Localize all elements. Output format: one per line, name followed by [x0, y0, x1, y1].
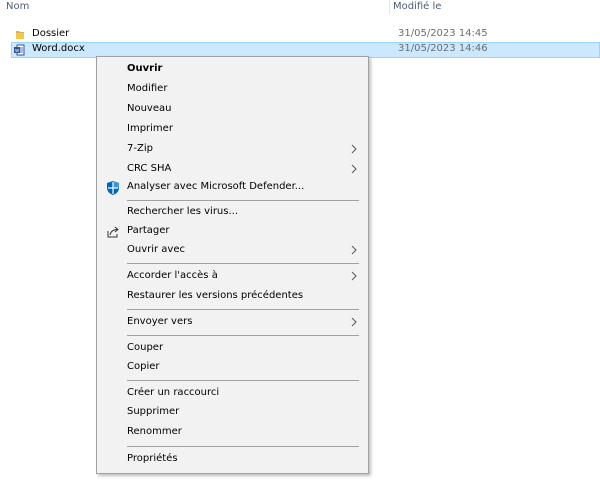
column-header: Nom Modifié le — [0, 0, 600, 17]
file-modified-date: 31/05/2023 14:46 — [398, 43, 488, 54]
menu-separator — [127, 446, 359, 447]
menu-item-label: Copier — [127, 361, 160, 372]
menu-item-creer-raccourci[interactable]: Créer un raccourci — [97, 384, 368, 404]
chevron-right-icon — [351, 271, 357, 281]
menu-item-label: Renommer — [127, 426, 182, 437]
chevron-right-icon — [351, 317, 357, 327]
menu-item-label: Envoyer vers — [127, 316, 193, 327]
svg-text:w: w — [15, 48, 19, 54]
menu-item-label: Analyser avec Microsoft Defender... — [127, 181, 305, 192]
menu-item-label: Propriétés — [127, 453, 178, 464]
defender-shield-icon — [107, 181, 119, 195]
menu-item-proprietes[interactable]: Propriétés — [97, 450, 368, 470]
menu-item-label: Couper — [127, 342, 164, 353]
menu-item-label: Modifier — [127, 83, 168, 94]
menu-item-ouvrir[interactable]: Ouvrir — [97, 60, 368, 80]
menu-item-nouveau[interactable]: Nouveau — [97, 100, 368, 120]
menu-item-copier[interactable]: Copier — [97, 358, 368, 378]
file-modified-date: 31/05/2023 14:45 — [398, 28, 488, 39]
menu-separator — [127, 309, 359, 310]
menu-item-label: Imprimer — [127, 123, 173, 134]
menu-item-envoyer-vers[interactable]: Envoyer vers — [97, 313, 368, 333]
menu-item-accorder-acces[interactable]: Accorder l'accès à — [97, 267, 368, 287]
menu-item-partager[interactable]: Partager — [97, 222, 368, 242]
menu-separator — [127, 335, 359, 336]
chevron-right-icon — [351, 245, 357, 255]
menu-item-label: Supprimer — [127, 406, 180, 417]
menu-item-label: Nouveau — [127, 103, 172, 114]
menu-item-label: Ouvrir avec — [127, 244, 186, 255]
menu-separator — [127, 200, 359, 201]
menu-item-label: Restaurer les versions précédentes — [127, 290, 304, 301]
column-name-header[interactable]: Nom — [6, 1, 29, 12]
menu-item-imprimer[interactable]: Imprimer — [97, 120, 368, 140]
file-name: Word.docx — [32, 43, 85, 54]
menu-item-label: CRC SHA — [127, 163, 172, 174]
word-document-icon: w — [14, 44, 25, 56]
menu-item-restaurer-versions[interactable]: Restaurer les versions précédentes — [97, 287, 368, 307]
column-modified-header[interactable]: Modifié le — [393, 1, 441, 12]
share-icon — [107, 226, 119, 238]
file-name: Dossier — [32, 28, 70, 39]
folder-icon — [16, 31, 24, 39]
menu-item-rechercher-virus[interactable]: Rechercher les virus... — [97, 203, 368, 223]
menu-item-label: 7-Zip — [127, 143, 153, 154]
menu-item-label: Accorder l'accès à — [127, 270, 218, 281]
menu-item-analyser-defender[interactable]: Analyser avec Microsoft Defender... — [97, 178, 368, 198]
menu-separator — [127, 263, 359, 264]
menu-item-label: Rechercher les virus... — [127, 206, 239, 217]
menu-separator — [127, 380, 359, 381]
menu-item-modifier[interactable]: Modifier — [97, 80, 368, 100]
menu-item-7zip[interactable]: 7-Zip — [97, 140, 368, 160]
menu-item-renommer[interactable]: Renommer — [97, 423, 368, 443]
menu-item-couper[interactable]: Couper — [97, 339, 368, 359]
context-menu: Ouvrir Modifier Nouveau Imprimer 7-Zip C… — [96, 56, 369, 474]
menu-item-ouvrir-avec[interactable]: Ouvrir avec — [97, 241, 368, 261]
menu-item-label: Ouvrir — [127, 63, 163, 74]
menu-item-label: Partager — [127, 225, 170, 236]
chevron-right-icon — [351, 144, 357, 154]
chevron-right-icon — [351, 164, 357, 174]
menu-item-label: Créer un raccourci — [127, 387, 220, 398]
column-divider[interactable] — [389, 0, 390, 14]
menu-item-crc-sha[interactable]: CRC SHA — [97, 160, 368, 180]
menu-item-supprimer[interactable]: Supprimer — [97, 403, 368, 423]
